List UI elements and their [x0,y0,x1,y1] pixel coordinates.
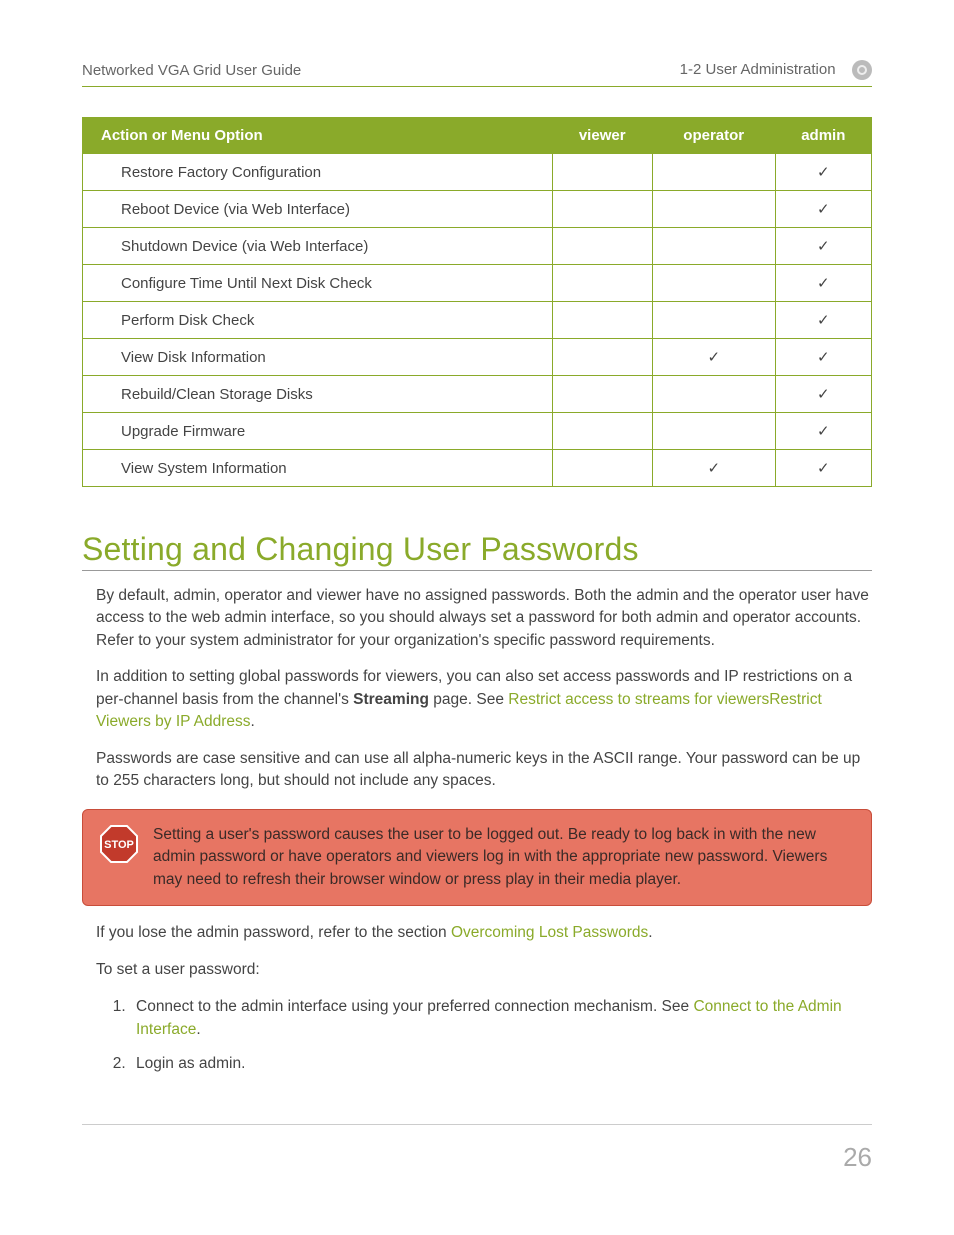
text: . [196,1021,200,1038]
cell-viewer [552,302,652,339]
step-1: Connect to the admin interface using you… [130,995,872,1042]
cell-action: Restore Factory Configuration [83,154,553,191]
cell-viewer [552,413,652,450]
steps-list: Connect to the admin interface using you… [82,995,872,1075]
cell-operator [652,191,775,228]
cell-admin: ✓ [775,228,871,265]
spiral-icon [852,60,872,80]
cell-action: View System Information [83,450,553,487]
table-header-row: Action or Menu Option viewer operator ad… [83,118,872,154]
text: . [648,924,652,941]
cell-operator [652,228,775,265]
cell-operator [652,265,775,302]
text: page. See [429,691,508,708]
col-admin: admin [775,118,871,154]
stop-icon: STOP [99,824,139,864]
table-row: Configure Time Until Next Disk Check ✓ [83,265,872,302]
cell-operator: ✓ [652,339,775,376]
cell-admin: ✓ [775,339,871,376]
text: Connect to the admin interface using you… [136,998,693,1015]
cell-viewer [552,228,652,265]
cell-admin: ✓ [775,265,871,302]
paragraph-to-set: To set a user password: [96,959,872,981]
cell-admin: ✓ [775,191,871,228]
paragraph-password-rules: Passwords are case sensitive and can use… [96,748,872,793]
cell-viewer [552,450,652,487]
cell-admin: ✓ [775,450,871,487]
cell-viewer [552,265,652,302]
cell-operator [652,154,775,191]
step-2: Login as admin. [130,1052,872,1075]
cell-viewer [552,376,652,413]
col-viewer: viewer [552,118,652,154]
page-header: Networked VGA Grid User Guide 1-2 User A… [82,60,872,87]
cell-viewer [552,154,652,191]
cell-viewer [552,339,652,376]
cell-action: Configure Time Until Next Disk Check [83,265,553,302]
cell-operator [652,302,775,339]
table-row: Shutdown Device (via Web Interface) ✓ [83,228,872,265]
cell-action: Rebuild/Clean Storage Disks [83,376,553,413]
cell-viewer [552,191,652,228]
cell-operator [652,413,775,450]
table-row: Perform Disk Check ✓ [83,302,872,339]
cell-action: Shutdown Device (via Web Interface) [83,228,553,265]
footer-rule [82,1124,872,1125]
callout-text: Setting a user's password causes the use… [153,824,855,891]
text: . [251,713,255,730]
cell-admin: ✓ [775,154,871,191]
col-action: Action or Menu Option [83,118,553,154]
header-right: 1-2 User Administration [680,61,836,78]
permissions-table: Action or Menu Option viewer operator ad… [82,117,872,487]
text: If you lose the admin password, refer to… [96,924,451,941]
table-row: Rebuild/Clean Storage Disks ✓ [83,376,872,413]
table-row: Restore Factory Configuration ✓ [83,154,872,191]
col-operator: operator [652,118,775,154]
cell-operator: ✓ [652,450,775,487]
header-left: Networked VGA Grid User Guide [82,62,301,79]
cell-action: Perform Disk Check [83,302,553,339]
paragraph-intro: By default, admin, operator and viewer h… [96,585,872,652]
link-lost-passwords[interactable]: Overcoming Lost Passwords [451,924,648,941]
section-heading: Setting and Changing User Passwords [82,531,872,571]
paragraph-streaming: In addition to setting global passwords … [96,666,872,733]
svg-text:STOP: STOP [104,839,134,851]
cell-action: Upgrade Firmware [83,413,553,450]
cell-admin: ✓ [775,376,871,413]
cell-operator [652,376,775,413]
streaming-bold: Streaming [353,691,429,708]
table-row: Upgrade Firmware ✓ [83,413,872,450]
table-row: Reboot Device (via Web Interface) ✓ [83,191,872,228]
link-restrict-streams[interactable]: Restrict access to streams for viewers [508,691,769,708]
table-row: View Disk Information ✓✓ [83,339,872,376]
cell-admin: ✓ [775,413,871,450]
stop-callout: STOP Setting a user's password causes th… [82,809,872,906]
cell-admin: ✓ [775,302,871,339]
page-number: 26 [843,1142,872,1173]
cell-action: View Disk Information [83,339,553,376]
cell-action: Reboot Device (via Web Interface) [83,191,553,228]
paragraph-lost-password: If you lose the admin password, refer to… [96,922,872,944]
table-row: View System Information ✓✓ [83,450,872,487]
